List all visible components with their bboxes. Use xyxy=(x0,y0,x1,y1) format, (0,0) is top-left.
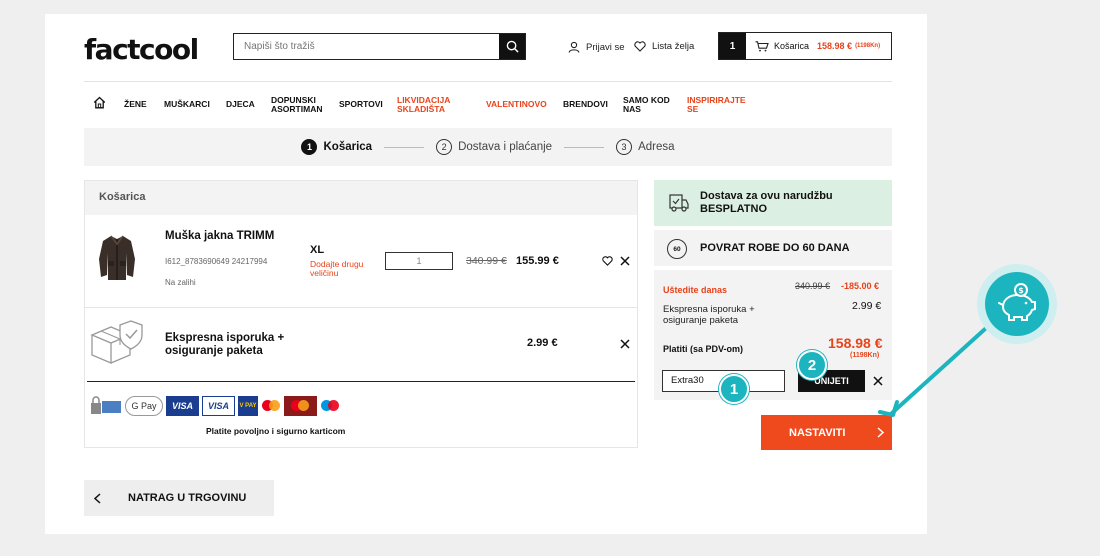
annotation-arrow xyxy=(878,318,997,417)
piggy-bank-badge: $ xyxy=(977,264,1057,344)
piggy-bank-icon: $ xyxy=(998,283,1036,321)
svg-text:$: $ xyxy=(1018,286,1024,295)
annotation-badge-1: 1 xyxy=(719,374,749,404)
annotation-badge-2: 2 xyxy=(797,350,827,380)
